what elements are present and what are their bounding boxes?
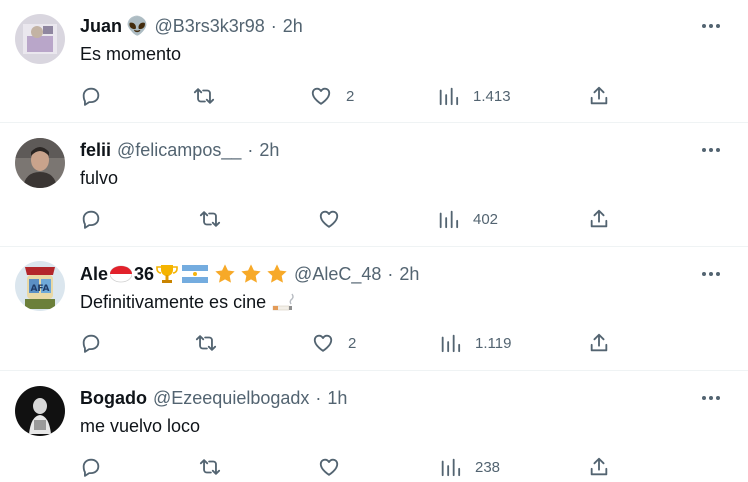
star-emoji <box>266 263 288 285</box>
retweet-button[interactable] <box>195 331 217 355</box>
views-button[interactable]: 1.413 <box>437 84 511 108</box>
reply-icon <box>82 210 100 229</box>
star-emoji <box>240 263 262 285</box>
timestamp[interactable]: 2h <box>399 264 419 285</box>
views-count: 1.119 <box>475 334 512 352</box>
share-icon <box>590 209 608 228</box>
more-icon[interactable] <box>700 263 722 285</box>
reply-icon <box>82 458 100 477</box>
tweet[interactable]: Bogado @Ezeequielbogadx · 1h me vuelvo l… <box>0 371 748 482</box>
views-count: 238 <box>475 458 501 476</box>
more-icon[interactable] <box>700 15 722 37</box>
display-name[interactable]: felii <box>80 140 111 161</box>
tweet-text-row: Definitivamente es cine <box>80 292 296 313</box>
handle[interactable]: @Ezeequielbogadx <box>153 388 309 409</box>
separator: · <box>270 15 277 36</box>
retweet-button[interactable] <box>193 84 215 108</box>
reply-icon <box>82 87 100 106</box>
tweet-text: me vuelvo loco <box>80 416 201 436</box>
retweet-button[interactable] <box>199 207 221 231</box>
like-icon <box>319 210 339 228</box>
action-bar: 2 1.413 <box>80 84 620 108</box>
reply-button[interactable] <box>80 331 102 355</box>
tweet-text: fulvo <box>80 168 119 188</box>
retweet-icon <box>193 88 215 104</box>
separator: · <box>247 139 254 160</box>
reply-button[interactable] <box>80 84 102 108</box>
like-button[interactable]: 2 <box>310 84 354 108</box>
handle[interactable]: @AleC_48 <box>294 264 381 285</box>
separator: · <box>315 387 322 408</box>
retweet-icon <box>199 211 221 227</box>
share-button[interactable] <box>588 331 610 355</box>
share-icon <box>590 86 608 105</box>
views-icon <box>439 210 459 229</box>
like-button[interactable] <box>318 207 354 231</box>
avatar[interactable] <box>15 14 65 64</box>
display-name[interactable]: Juan <box>80 16 122 37</box>
tweet[interactable]: felii @felicampos__ · 2h fulvo 402 <box>0 123 748 247</box>
avatar[interactable] <box>15 138 65 188</box>
timestamp[interactable]: 1h <box>327 388 347 409</box>
like-count: 2 <box>346 87 355 105</box>
avatar[interactable]: AFA <box>15 261 65 311</box>
svg-text:AFA: AFA <box>30 284 49 294</box>
timestamp[interactable]: 2h <box>283 16 303 37</box>
tweet-header: Ale 36 @AleC_48 · 2h <box>80 261 419 287</box>
indonesia-flag-emoji <box>110 265 133 283</box>
more-icon[interactable] <box>700 387 722 409</box>
argentina-flag-emoji <box>182 265 209 283</box>
reply-feed: Juan 👽 @B3rs3k3r98 · 2h Es momento 2 1.4… <box>0 0 748 482</box>
tweet-text: Definitivamente es cine <box>80 292 267 312</box>
share-icon <box>590 457 608 476</box>
tweet[interactable]: Juan 👽 @B3rs3k3r98 · 2h Es momento 2 1.4… <box>0 0 748 123</box>
retweet-icon <box>199 459 221 475</box>
cigarette-emoji <box>272 293 296 313</box>
like-icon <box>311 87 331 105</box>
display-name[interactable]: Bogado <box>80 388 147 409</box>
reply-button[interactable] <box>80 207 102 231</box>
tweet-header: Juan 👽 @B3rs3k3r98 · 2h <box>80 13 303 39</box>
views-button[interactable]: 402 <box>437 207 498 231</box>
tweet-header: Bogado @Ezeequielbogadx · 1h <box>80 385 347 411</box>
tweet-header: felii @felicampos__ · 2h <box>80 137 279 163</box>
avatar[interactable] <box>15 386 65 436</box>
like-icon <box>319 458 339 476</box>
star-emoji <box>214 263 236 285</box>
action-bar: 238 <box>80 455 620 479</box>
views-button[interactable]: 238 <box>439 455 500 479</box>
like-button[interactable]: 2 <box>312 331 356 355</box>
alien-emoji: 👽 <box>126 15 149 36</box>
views-count: 1.413 <box>473 87 511 105</box>
views-icon <box>439 87 459 106</box>
views-count: 402 <box>473 210 499 228</box>
tweet-text: Es momento <box>80 44 182 64</box>
timestamp[interactable]: 2h <box>259 140 279 161</box>
reply-button[interactable] <box>80 455 102 479</box>
views-icon <box>441 458 461 477</box>
handle[interactable]: @B3rs3k3r98 <box>154 16 264 37</box>
more-icon[interactable] <box>700 139 722 161</box>
trophy-emoji <box>156 263 178 285</box>
views-button[interactable]: 1.119 <box>439 331 511 355</box>
share-button[interactable] <box>588 84 610 108</box>
like-count: 2 <box>348 334 357 352</box>
action-bar: 2 1.119 <box>80 331 620 355</box>
share-button[interactable] <box>588 455 610 479</box>
like-icon <box>313 334 333 352</box>
tweet[interactable]: AFA Ale 36 @AleC_48 · 2h Definitivamente… <box>0 247 748 371</box>
action-bar: 402 <box>80 207 620 231</box>
separator: · <box>387 263 394 284</box>
display-name-suffix[interactable]: 36 <box>134 264 154 285</box>
handle[interactable]: @felicampos__ <box>117 140 241 161</box>
share-button[interactable] <box>588 207 610 231</box>
like-button[interactable] <box>318 455 354 479</box>
reply-icon <box>82 334 100 353</box>
retweet-button[interactable] <box>199 455 221 479</box>
display-name[interactable]: Ale <box>80 264 108 285</box>
views-icon <box>441 334 461 353</box>
retweet-icon <box>195 335 217 351</box>
share-icon <box>590 333 608 352</box>
